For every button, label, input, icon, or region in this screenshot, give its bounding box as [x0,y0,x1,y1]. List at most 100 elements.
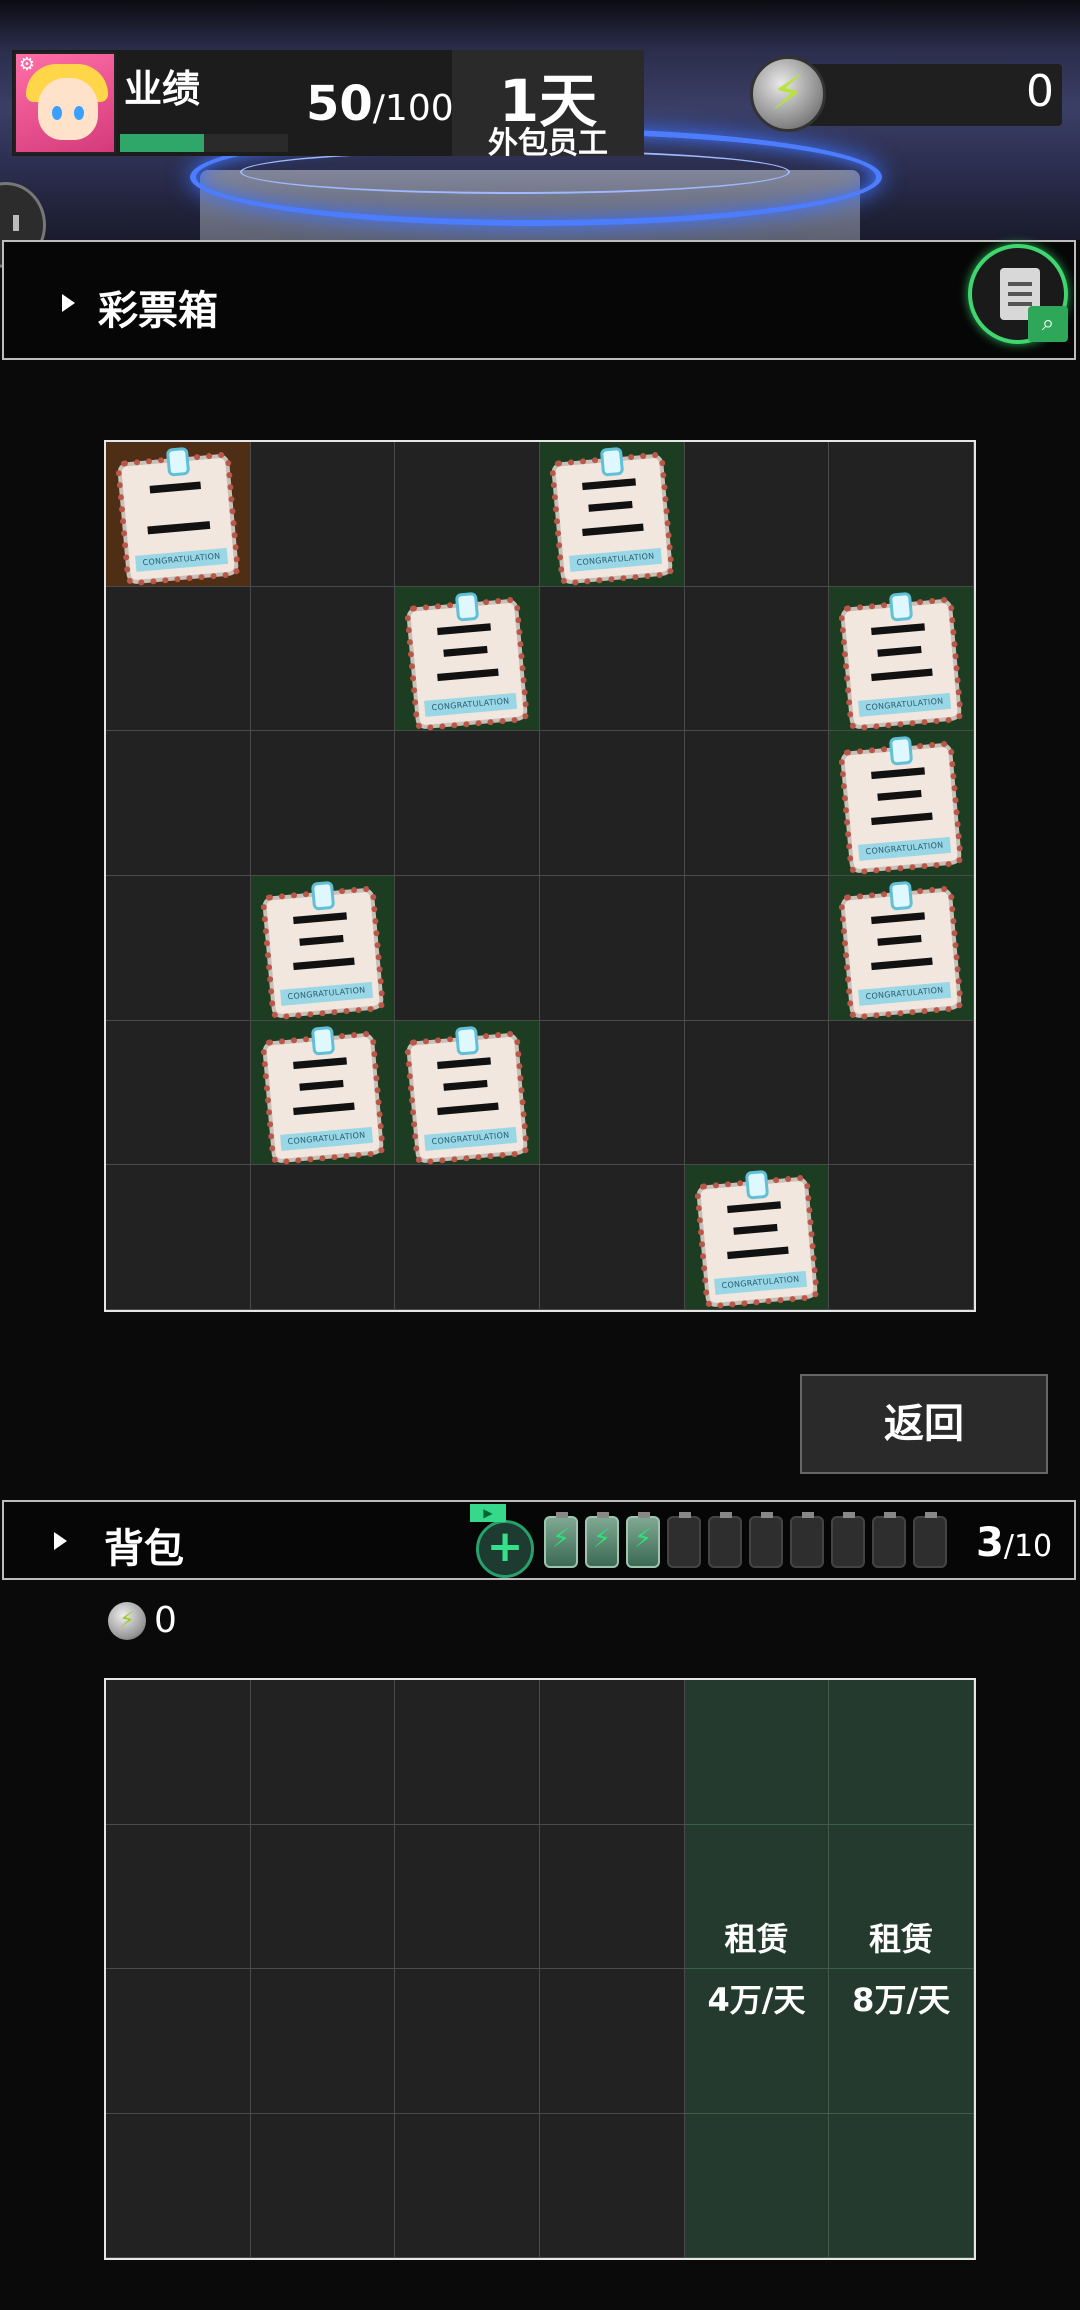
ticket-rank: 三 [863,611,938,697]
lottery-box-title: 彩票箱 [98,288,218,334]
lottery-cell[interactable] [395,731,540,876]
lottery-ticket-icon[interactable]: 三 CONGRATULATION [699,1170,814,1304]
backpack-cell[interactable] [106,2113,251,2258]
lottery-ticket-icon[interactable]: 三 CONGRATULATION [410,1025,525,1159]
lottery-grid: 二 CONGRATULATION 三 CONGRATULATION 三 CONGRATUL… [104,440,976,1312]
rent-slot-cell[interactable] [829,2113,974,2258]
battery-empty-icon [749,1512,783,1568]
backpack-cell[interactable] [540,1680,685,1825]
ticket-rank: 三 [429,611,504,697]
battery-empty-icon [831,1512,865,1568]
ticket-band: CONGRATULATION [713,1271,807,1296]
ticket-rank: 三 [284,901,360,986]
backpack-cell[interactable] [395,1969,540,2114]
rent-slot-cell[interactable] [829,1680,974,1825]
lottery-cell[interactable] [106,876,251,1021]
lottery-cell[interactable]: 三 CONGRATULATION [829,586,974,732]
avatar[interactable]: ⚙ [14,52,116,154]
battery-empty-icon [667,1512,701,1568]
battery-full-icon: ⚡ [626,1512,660,1568]
lottery-cell[interactable] [540,586,685,732]
rent-slot-cell[interactable] [684,2113,830,2258]
lottery-ticket-icon[interactable]: 三 CONGRATULATION [844,880,959,1015]
lottery-cell[interactable] [540,1020,685,1166]
lottery-cell[interactable] [106,1020,251,1166]
lottery-cell[interactable] [250,731,396,876]
lottery-cell[interactable]: 三 CONGRATULATION [684,1165,830,1310]
lottery-cell[interactable]: 三 CONGRATULATION [395,1020,540,1166]
lottery-cell[interactable] [106,586,251,732]
ticket-rank: 三 [573,467,649,552]
return-button[interactable]: 返回 [800,1374,1048,1474]
lottery-cell[interactable] [684,731,830,876]
backpack-cell[interactable] [540,1824,685,1969]
backpack-cell[interactable] [250,1969,396,2114]
backpack-cell[interactable] [540,1969,685,2114]
lottery-ticket-icon[interactable]: 三 CONGRATULATION [555,446,669,581]
lottery-cell[interactable] [829,1165,974,1310]
lottery-cell[interactable] [684,442,830,587]
lottery-cell[interactable] [395,1165,540,1310]
settings-gear-icon[interactable]: ⚙ [18,56,36,74]
lottery-cell[interactable] [684,586,830,732]
performance-progress-bar [120,134,288,152]
rent-slot-cell[interactable]: 租赁 [684,1824,830,1969]
battery-empty-icon [872,1512,906,1568]
battery-full-icon: ⚡ [585,1512,619,1568]
backpack-title: 背包 [104,1526,184,1572]
lottery-cell[interactable]: 三 CONGRATULATION [829,731,974,876]
lottery-cell[interactable] [684,876,830,1021]
rent-slot-cell[interactable]: 8万/天 [829,1969,974,2114]
ticket-band: CONGRATULATION [858,837,952,862]
rent-slot-cell[interactable] [684,1680,830,1825]
lottery-cell[interactable]: 三 CONGRATULATION [395,586,540,732]
lottery-cell[interactable] [829,1020,974,1166]
backpack-cell[interactable] [106,1824,251,1969]
backpack-cell[interactable] [250,2113,396,2258]
battery-empty-icon [708,1512,742,1568]
lottery-ticket-icon[interactable]: 三 CONGRATULATION [844,736,959,870]
lottery-cell[interactable] [395,876,540,1021]
rent-slot-cell[interactable]: 4万/天 [684,1969,830,2114]
lottery-ticket-icon[interactable]: 三 CONGRATULATION [410,591,525,725]
lottery-cell[interactable] [540,876,685,1021]
rent-price: 4万/天 [707,1981,806,2019]
backpack-cell[interactable] [106,1680,251,1825]
coin-count: 0 [154,1600,177,1641]
lottery-cell[interactable]: 三 CONGRATULATION [540,442,685,587]
lottery-cell[interactable] [250,1165,396,1310]
lottery-cell[interactable] [250,586,396,732]
backpack-cell[interactable] [395,1824,540,1969]
backpack-cell[interactable] [106,1969,251,2114]
lottery-cell[interactable] [540,731,685,876]
battery-empty-icon [790,1512,824,1568]
lottery-cell[interactable] [250,442,396,587]
lottery-ticket-icon[interactable]: 二 CONGRATULATION [121,446,235,581]
lottery-cell[interactable]: 三 CONGRATULATION [250,876,396,1021]
rent-slot-cell[interactable]: 租赁 [829,1824,974,1969]
lottery-cell[interactable] [829,442,974,587]
backpack-cell[interactable] [395,1680,540,1825]
backpack-cell[interactable] [250,1824,396,1969]
backpack-cell[interactable] [540,2113,685,2258]
lottery-cell[interactable] [106,1165,251,1310]
energy-coin-icon: ⚡ [750,56,826,132]
lottery-ticket-icon[interactable]: 三 CONGRATULATION [265,1025,380,1159]
lottery-cell[interactable] [395,442,540,587]
lottery-cell[interactable]: 二 CONGRATULATION [106,442,251,587]
lottery-cell[interactable] [540,1165,685,1310]
lottery-ticket-icon[interactable]: 三 CONGRATULATION [265,880,380,1015]
video-ad-tag: ▶ [470,1504,506,1522]
lottery-cell[interactable]: 三 CONGRATULATION [829,876,974,1021]
clipboard-search-button[interactable]: ⌕ [968,244,1068,344]
add-capacity-button[interactable]: + [476,1520,534,1578]
day-counter: 1天 外包员工 [452,50,644,161]
lottery-cell[interactable]: 三 CONGRATULATION [250,1020,396,1166]
backpack-grid: 租赁 租赁 4万/天 8万/天 [104,1678,976,2260]
ticket-rank: 二 [139,467,215,552]
backpack-cell[interactable] [250,1680,396,1825]
backpack-cell[interactable] [395,2113,540,2258]
lottery-ticket-icon[interactable]: 三 CONGRATULATION [844,591,959,725]
lottery-cell[interactable] [106,731,251,876]
lottery-cell[interactable] [684,1020,830,1166]
